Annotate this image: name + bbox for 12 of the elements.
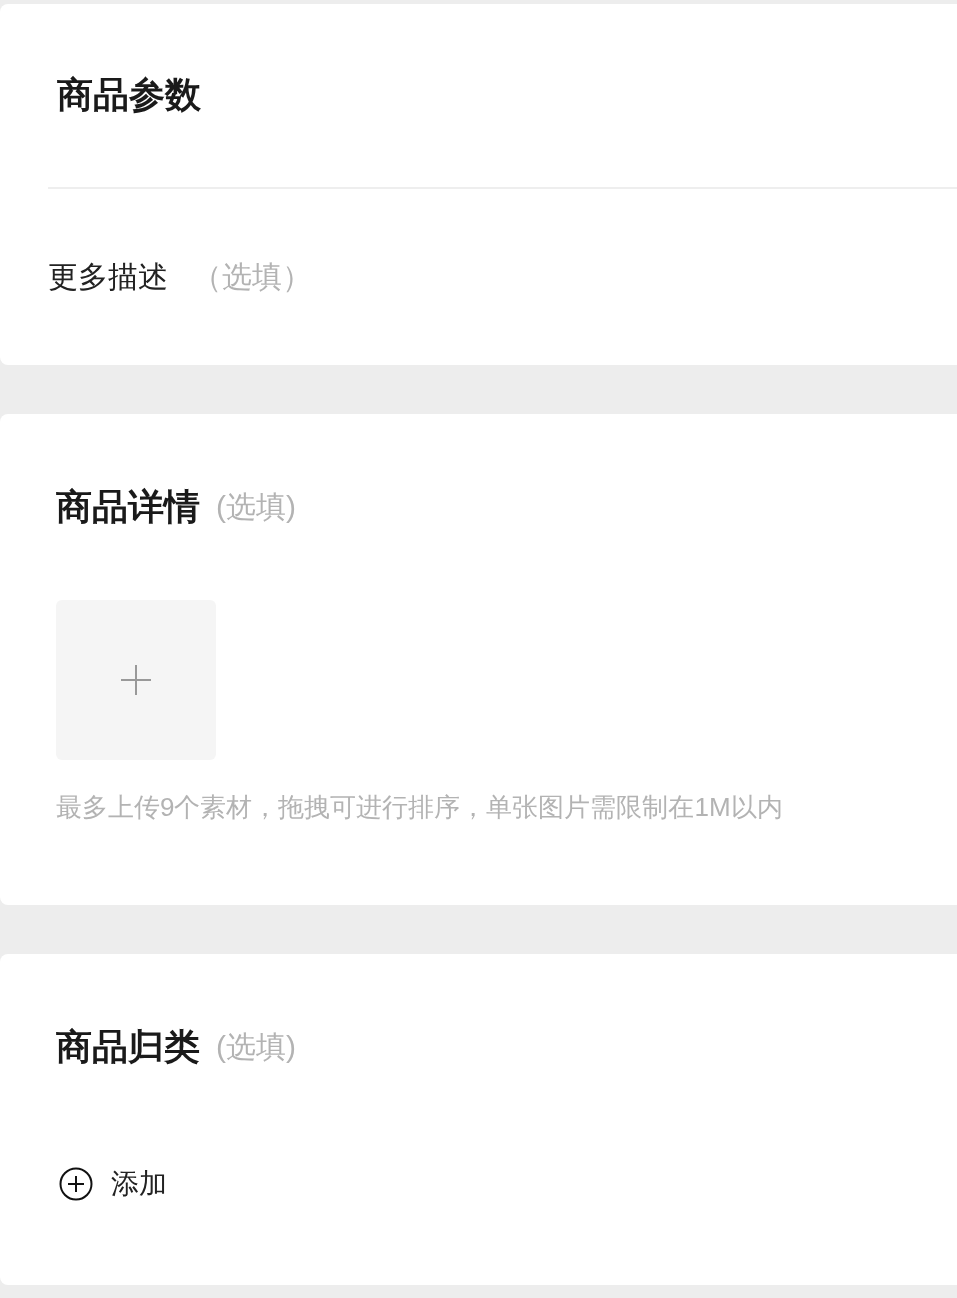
optional-note: (选填) xyxy=(216,1028,296,1065)
upload-button[interactable] xyxy=(56,600,216,760)
section-title: 商品归类 xyxy=(56,1024,200,1069)
add-button[interactable]: 添加 xyxy=(56,1140,167,1228)
circle-plus-icon xyxy=(59,1167,93,1201)
field-label[interactable]: 更多描述 xyxy=(48,257,168,298)
optional-note: (选填) xyxy=(216,488,296,525)
optional-note: （选填） xyxy=(192,259,312,295)
section-title: 商品详情 xyxy=(56,484,200,529)
section-title: 商品参数 xyxy=(57,73,201,117)
upload-hint: 最多上传9个素材，拖拽可进行排序，单张图片需限制在1M以内 xyxy=(56,791,784,824)
plus-icon xyxy=(121,665,151,695)
